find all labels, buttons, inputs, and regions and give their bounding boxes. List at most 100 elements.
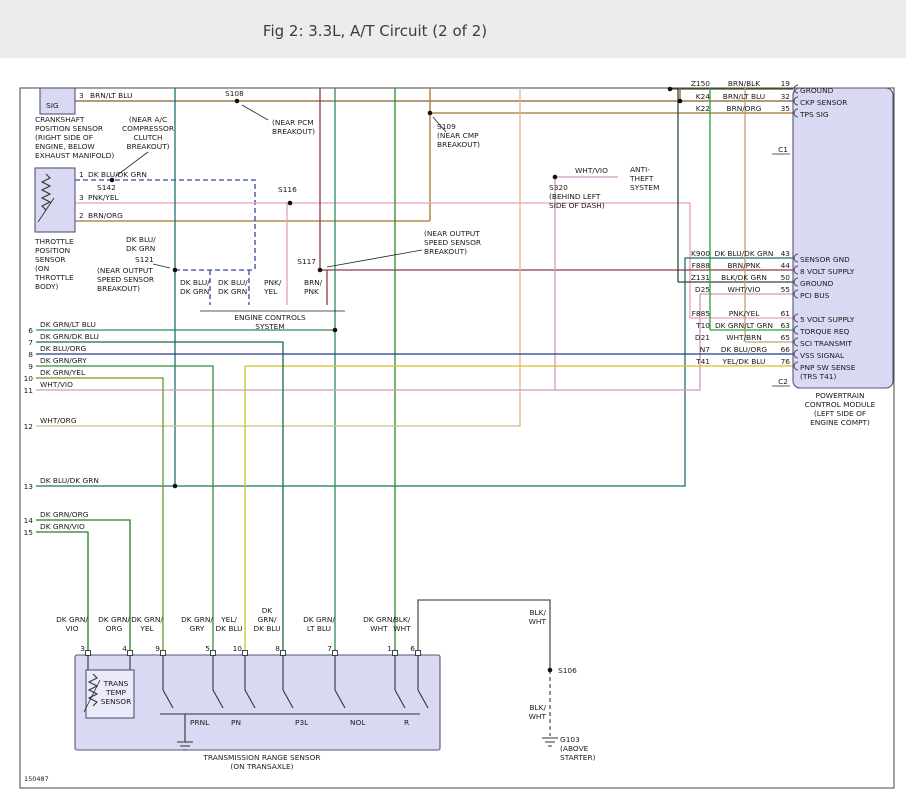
ckp-pin-number: 3 [79, 91, 84, 100]
pcm-c2-row-function: 8 VOLT SUPPLY [800, 267, 855, 276]
pcm-c1-row-code: K24 [696, 92, 711, 101]
pcm-c2-row-pin: 66 [781, 345, 791, 354]
blk-wht-lower-label: BLK/WHT [529, 703, 547, 721]
junction-dot [668, 87, 673, 92]
trs-pin [161, 651, 166, 656]
trs-pin [243, 651, 248, 656]
pcm-c2-row-color: YEL/DK BLU [722, 357, 766, 366]
ckp-wire-label: BRN/LT BLU [90, 91, 132, 100]
pcm-c2-row-color: BRN/PNK [727, 261, 760, 270]
trs-pin-wire-label: BLK/WHT [393, 615, 411, 633]
trs-pin-number: 6 [410, 644, 415, 653]
splice-s106-label: S106 [558, 666, 577, 675]
pcm-c1-row-pin: 19 [781, 79, 791, 88]
ecs-drop-label: DK BLU/DK GRN [180, 278, 210, 296]
row-number: 9 [28, 362, 33, 371]
trs-pin [128, 651, 133, 656]
pcm-c2-row-function: VSS SIGNAL [800, 351, 845, 360]
trs-pin-number: 7 [327, 644, 332, 653]
splice-s116-label: S116 [278, 185, 297, 194]
row-wire-label: DK BLU/ORG [40, 344, 87, 353]
trs-pin-number: 10 [233, 644, 243, 653]
row-wire-label: WHT/VIO [40, 380, 73, 389]
splice-s108-label: S108 [225, 89, 244, 98]
pcm-connector-c2-label: C2 [778, 377, 788, 386]
trs-pin-number: 9 [155, 644, 160, 653]
position-label-pn: PN [231, 718, 241, 727]
trs-pin-number: 3 [80, 644, 85, 653]
dk-blu-dk-grn-label: DK BLU/DK GRN [126, 235, 156, 253]
pcm-c2-row-pin: 63 [781, 321, 791, 330]
pcm-c1-row-code: Z150 [691, 79, 710, 88]
pcm-c1-row-color: BRN/ORG [727, 104, 762, 113]
pcm-c2-row-color: WHT/VIO [728, 285, 761, 294]
junction-dot [173, 484, 178, 489]
trs-pin-number: 8 [275, 644, 280, 653]
tps-pin3-number: 3 [79, 193, 84, 202]
pcm-c2-row-code: N7 [700, 345, 711, 354]
pcm-c1-row-pin: 35 [781, 104, 791, 113]
row-wire-label: DK GRN/ORG [40, 510, 89, 519]
position-label-nol: NOL [350, 718, 366, 727]
splice-s142-label: S142 [97, 183, 116, 192]
pcm-c2-row-code: T10 [695, 321, 710, 330]
splice-s106-dot [548, 668, 553, 673]
pcm-c2-row-code: T41 [695, 357, 710, 366]
row-wire-label: WHT/ORG [40, 416, 77, 425]
ecs-drop-label: DK BLU/DK GRN [218, 278, 248, 296]
pcm-c2-row-pin: 76 [781, 357, 791, 366]
pcm-c2-row-code: D25 [695, 285, 710, 294]
row-number: 12 [24, 422, 33, 431]
splice-s116-dot [288, 201, 293, 206]
pcm-c2-row-function: TORQUE REQ [799, 327, 850, 336]
wiring-diagram: Fig 2: 3.3L, A/T Circuit (2 of 2) 150487 [0, 0, 906, 802]
pcm-c2-row-code: D21 [695, 333, 710, 342]
pcm-c1-row-pin: 32 [781, 92, 790, 101]
trs-pin-wire-label: DK GRN/LT BLU [303, 615, 335, 633]
row-wire-label: DK GRN/VIO [40, 522, 85, 531]
trs-pin [416, 651, 421, 656]
pcm-c1-row-function: CKP SENSOR [800, 98, 847, 107]
trs-pin-number: 5 [205, 644, 210, 653]
pcm-c2-row-pin: 50 [781, 273, 791, 282]
blk-wht-upper-label: BLK/WHT [529, 608, 547, 626]
row-number: 15 [24, 528, 34, 537]
row-number: 10 [24, 374, 34, 383]
trs-pin [333, 651, 338, 656]
position-label-prnl: PRNL [190, 718, 210, 727]
row-wire-label: D​K GRN/GRY [40, 356, 87, 365]
pcm-c2-row-pin: 44 [781, 261, 791, 270]
pcm-c2-row-color: PNK/YEL [729, 309, 761, 318]
pcm-c2-row-code: F888 [692, 261, 711, 270]
doc-number: 150487 [24, 775, 49, 783]
pcm-c2-row-code: K900 [691, 249, 710, 258]
row-number: 14 [24, 516, 34, 525]
pcm-c2-row-color: WHT/BRN [726, 333, 762, 342]
trs-pin [86, 651, 91, 656]
splice-s117-label: S117 [297, 257, 316, 266]
pcm-c2-row-pin: 43 [781, 249, 791, 258]
tps-pin1-number: 1 [79, 170, 84, 179]
trs-pin [393, 651, 398, 656]
row-wire-label: DK GRN/DK BLU [40, 332, 99, 341]
pcm-c2-row-code: Z131 [691, 273, 710, 282]
row-number: 13 [24, 482, 34, 491]
tps-pin2-number: 2 [79, 211, 84, 220]
pcm-c2-row-function2: (TRS T41) [800, 372, 836, 381]
splice-s121-label: S121 [135, 255, 154, 264]
junction-dot [678, 99, 683, 104]
row-number: 6 [28, 326, 33, 335]
pcm-c2-row-pin: 61 [781, 309, 791, 318]
pcm-c2-row-function: 5 VOLT SUPPLY [800, 315, 855, 324]
position-label-r: R [404, 718, 409, 727]
trs-pin [281, 651, 286, 656]
pcm-connector-c1-label: C1 [778, 145, 788, 154]
splice-s117-dot [318, 268, 323, 273]
pcm-c2-row-color: DK BLU/ORG [721, 345, 768, 354]
row-number: 11 [24, 386, 34, 395]
pcm-c2-row-function: SCI TRANSMIT [800, 339, 853, 348]
junction-dot [333, 328, 338, 333]
pcm-c1-row-color: BRN/BLK [728, 79, 760, 88]
pcm-breakout-note: (NEAR PCMBREAKOUT) [272, 118, 315, 136]
trs-pin [211, 651, 216, 656]
